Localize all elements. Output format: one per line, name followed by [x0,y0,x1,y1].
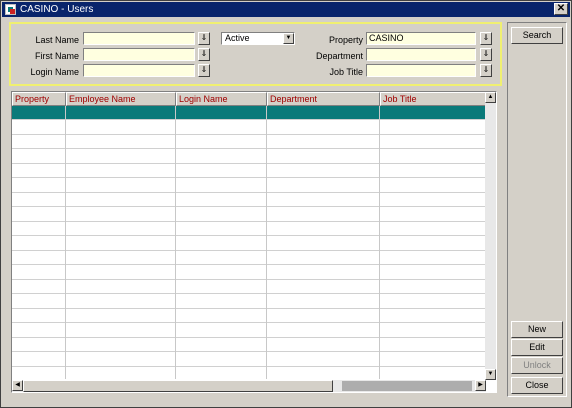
table-row[interactable] [12,179,486,193]
table-row[interactable] [12,237,486,251]
last-name-field[interactable] [83,32,195,45]
column-header-job-title[interactable]: Job Title [380,92,486,106]
status-select[interactable]: Active ▼ [221,32,295,45]
job-title-lov-icon[interactable]: ⇓ [480,64,492,77]
search-button[interactable]: Search [511,27,563,44]
table-row[interactable] [12,338,486,352]
first-name-field[interactable] [83,48,195,61]
users-window: CASINO - Users ✕ Last Name ⇓ First Name … [0,0,572,408]
table-row[interactable] [12,150,486,164]
department-field[interactable] [366,48,476,61]
scroll-track [342,381,472,391]
unlock-button: Unlock [511,357,563,374]
grid-header: Property Employee Name Login Name Depart… [12,92,486,106]
column-header-department[interactable]: Department [267,92,380,106]
window-title: CASINO - Users [20,4,94,15]
scroll-up-icon[interactable]: ▲ [485,92,496,103]
scroll-down-icon[interactable]: ▼ [485,369,496,380]
table-row[interactable] [12,280,486,294]
table-row[interactable] [12,222,486,236]
edit-button[interactable]: Edit [511,339,563,356]
close-icon[interactable]: ✕ [554,3,568,15]
filter-panel: Last Name ⇓ First Name ⇓ Login Name ⇓ Ac… [9,22,502,86]
status-select-value: Active [225,33,250,43]
table-row[interactable] [12,135,486,149]
table-row[interactable] [12,309,486,323]
first-name-lov-icon[interactable]: ⇓ [198,48,210,61]
close-button[interactable]: Close [511,377,563,394]
last-name-lov-icon[interactable]: ⇓ [198,32,210,45]
department-label: Department [315,51,363,61]
column-divider [379,106,380,379]
job-title-field[interactable] [366,64,476,77]
column-header-employee-name[interactable]: Employee Name [66,92,176,106]
property-label: Property [328,35,363,45]
vertical-scrollbar[interactable]: ▲ ▼ [485,92,496,380]
table-row[interactable] [12,208,486,222]
first-name-label: First Name [34,51,79,61]
job-title-label: Job Title [329,67,363,77]
table-row[interactable] [12,266,486,280]
chevron-down-icon[interactable]: ▼ [283,33,294,44]
column-header-login-name[interactable]: Login Name [176,92,267,106]
app-icon [5,4,16,15]
table-row[interactable] [12,353,486,367]
table-row[interactable] [12,121,486,135]
last-name-label: Last Name [35,35,79,45]
table-row[interactable] [12,193,486,207]
login-name-label: Login Name [30,67,79,77]
horizontal-scroll-thumb[interactable] [23,380,333,392]
column-divider [65,106,66,379]
table-row[interactable] [12,367,486,381]
column-divider [266,106,267,379]
login-name-lov-icon[interactable]: ⇓ [198,64,210,77]
table-row[interactable] [12,324,486,338]
property-lov-icon[interactable]: ⇓ [480,32,492,45]
scroll-left-icon[interactable]: ◀ [12,380,23,391]
scroll-right-icon[interactable]: ▶ [475,380,486,391]
new-button[interactable]: New [511,321,563,338]
property-field[interactable]: CASINO [366,32,476,45]
action-panel: Search New Edit Unlock Close [507,22,567,397]
login-name-field[interactable] [83,64,195,77]
title-bar[interactable]: CASINO - Users ✕ [2,2,570,17]
department-lov-icon[interactable]: ⇓ [480,48,492,61]
table-row[interactable] [12,164,486,178]
table-row[interactable] [12,106,486,120]
column-divider [175,106,176,379]
column-header-property[interactable]: Property [12,92,66,106]
horizontal-scrollbar[interactable]: ◀ ▶ [12,380,486,392]
table-row[interactable] [12,251,486,265]
table-row[interactable] [12,295,486,309]
users-grid: Property Employee Name Login Name Depart… [11,91,497,393]
